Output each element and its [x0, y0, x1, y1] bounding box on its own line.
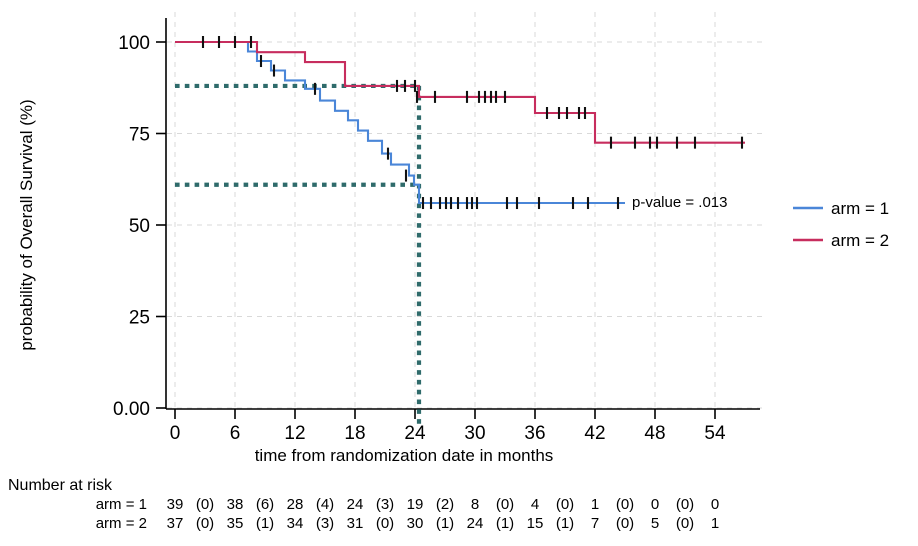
risk-cell: (6): [256, 496, 274, 513]
risk-cell: (3): [376, 496, 394, 513]
x-axis-tick-label: 48: [644, 423, 665, 444]
risk-cell: 24: [467, 515, 484, 532]
chart-legend: arm = 1 arm = 2: [793, 199, 889, 250]
risk-cell: (0): [676, 515, 694, 532]
risk-cell: (0): [376, 515, 394, 532]
risk-cell: (0): [676, 496, 694, 513]
risk-cell: 1: [711, 515, 719, 532]
risk-cell: 24: [347, 496, 364, 513]
risk-cell: (0): [196, 515, 214, 532]
x-axis-title: time from randomization date in months: [255, 446, 554, 465]
risk-cell: (1): [496, 515, 514, 532]
x-axis-tick-label: 0: [170, 423, 181, 444]
risk-cell: 0: [711, 496, 719, 513]
kaplan-meier-survival-chart: 0.002550751000 6 12 18 24 30 36 42 48 54 time fro…: [8, 12, 889, 532]
p-value-annotation: p-value = .013: [632, 194, 728, 211]
x-axis-tick-label: 36: [524, 423, 545, 444]
risk-cell: (3): [316, 515, 334, 532]
risk-cell: 38: [227, 496, 244, 513]
x-axis-tick-label: 24: [404, 423, 426, 444]
plot-axes: [156, 18, 760, 419]
risk-cell: 39: [167, 496, 184, 513]
survival-curve-arm-1: [175, 40, 625, 205]
y-axis-tick-label: 100: [118, 33, 150, 54]
risk-cell: 28: [287, 496, 304, 513]
plot-grid: [167, 12, 764, 422]
risk-row-label: arm = 2: [96, 515, 147, 532]
risk-row-label: arm = 1: [96, 496, 147, 513]
y-axis-tick-label: 50: [129, 216, 150, 237]
y-axis-tick-label: 0.00: [113, 399, 150, 420]
risk-cell: 1: [591, 496, 599, 513]
risk-cell: (0): [556, 496, 574, 513]
risk-cell: (4): [316, 496, 334, 513]
risk-cell: 19: [407, 496, 424, 513]
risk-cell: 5: [651, 515, 659, 532]
risk-cell: 8: [471, 496, 479, 513]
reference-lines: [175, 83, 422, 424]
x-axis-tick-label: 12: [284, 423, 305, 444]
risk-cell: (1): [556, 515, 574, 532]
legend-item-label: arm = 2: [831, 231, 889, 250]
risk-cell: (0): [616, 515, 634, 532]
p-value-label: p-value = .013: [632, 194, 728, 211]
risk-cell: 15: [527, 515, 544, 532]
legend-item-label: arm = 1: [831, 199, 889, 218]
risk-cell: 7: [591, 515, 599, 532]
risk-table-heading: Number at risk: [8, 477, 113, 494]
risk-cell: 37: [167, 515, 184, 532]
risk-cell: 35: [227, 515, 244, 532]
risk-cell: 0: [651, 496, 659, 513]
risk-cell: 34: [287, 515, 304, 532]
risk-cell: (0): [616, 496, 634, 513]
risk-cell: (0): [496, 496, 514, 513]
x-axis-tick-label: 18: [344, 423, 365, 444]
y-axis-title: probability of Overall Survival (%): [17, 99, 36, 350]
x-axis-tick-label: 6: [230, 423, 241, 444]
risk-cell: 4: [531, 496, 539, 513]
risk-cell: (0): [196, 496, 214, 513]
risk-table: arm = 1 39 (0) 38 (6) 28 (4) 24 (3) 19 (2) 8 (0) 4 (0)…: [96, 496, 719, 532]
x-axis-tick-label: 42: [584, 423, 605, 444]
risk-cell: 30: [407, 515, 424, 532]
risk-cell: (2): [436, 496, 454, 513]
x-axis-tick-label: 30: [464, 423, 485, 444]
risk-cell: (1): [256, 515, 274, 532]
y-axis-tick-label: 25: [129, 308, 150, 329]
risk-cell: 31: [347, 515, 364, 532]
x-axis-tick-label: 54: [704, 423, 726, 444]
y-axis-tick-label: 75: [129, 125, 150, 146]
risk-cell: (1): [436, 515, 454, 532]
